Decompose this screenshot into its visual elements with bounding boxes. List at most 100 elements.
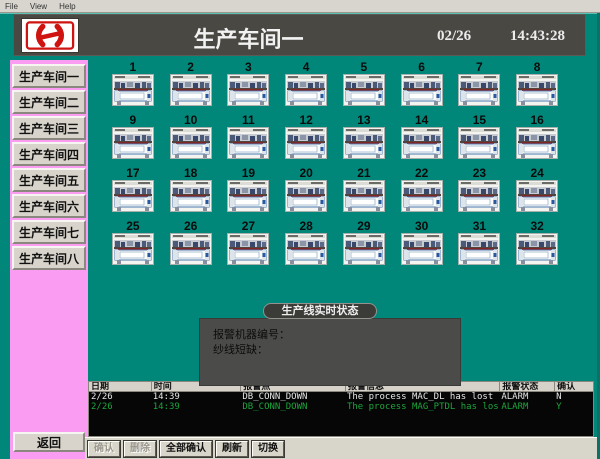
knitting-machine-icon	[458, 180, 500, 212]
toolbar-button[interactable]: 切换	[252, 441, 284, 457]
knitting-machine-icon	[516, 233, 558, 265]
machine-number: 28	[299, 220, 312, 233]
machine-item[interactable]: 4	[277, 61, 335, 106]
machine-item[interactable]: 11	[220, 114, 278, 159]
machine-number: 18	[184, 167, 197, 180]
machine-item[interactable]: 1	[104, 61, 162, 106]
return-button[interactable]: 返回	[13, 432, 85, 452]
menu-item[interactable]: File	[5, 2, 18, 10]
machine-item[interactable]: 32	[508, 220, 566, 265]
sidebar-item-workshop[interactable]: 生产车间五	[12, 168, 86, 192]
machine-number: 2	[187, 61, 194, 74]
status-line: 纱线短缺：	[213, 343, 460, 358]
table-header-ack[interactable]: 确认	[554, 382, 593, 391]
menu-item[interactable]: Help	[59, 2, 75, 10]
machine-item[interactable]: 14	[393, 114, 451, 159]
sidebar-item-workshop[interactable]: 生产车间一	[12, 64, 86, 88]
machine-number: 32	[530, 220, 543, 233]
table-header-alarm-status[interactable]: 报警状态	[499, 382, 554, 391]
sidebar-item-workshop[interactable]: 生产车间七	[12, 220, 86, 244]
sidebar-item-workshop[interactable]: 生产车间六	[12, 194, 86, 218]
knitting-machine-icon	[343, 180, 385, 212]
machine-item[interactable]: 27	[220, 220, 278, 265]
machine-item[interactable]: 24	[508, 167, 566, 212]
knitting-machine-icon	[170, 180, 212, 212]
toolbar-button[interactable]: 全部确认	[160, 441, 212, 457]
workshop-nav: 生产车间一 生产车间二 生产车间三 生产车间四 生产车间五 生产车间六 生产车间…	[12, 64, 86, 270]
clock-display: 14:43:28	[510, 28, 565, 45]
cell-date: 2/26	[89, 392, 151, 402]
machine-item[interactable]: 19	[220, 167, 278, 212]
machine-number: 26	[184, 220, 197, 233]
machine-item[interactable]: 25	[104, 220, 162, 265]
sidebar-item-workshop[interactable]: 生产车间四	[12, 142, 86, 166]
machine-number: 22	[415, 167, 428, 180]
knitting-machine-icon	[227, 233, 269, 265]
knitting-machine-icon	[516, 127, 558, 159]
machine-number: 31	[473, 220, 486, 233]
machine-item[interactable]: 28	[277, 220, 335, 265]
alarm-table-body: 2/26 14:39 DB_CONN_DOWN The process MAC_…	[88, 392, 594, 437]
knitting-machine-icon	[112, 233, 154, 265]
machine-item[interactable]: 7	[451, 61, 509, 106]
knitting-machine-icon	[343, 233, 385, 265]
sidebar-item-workshop[interactable]: 生产车间二	[12, 90, 86, 114]
knitting-machine-icon	[343, 74, 385, 106]
table-row[interactable]: 2/26 14:39 DB_CONN_DOWN The process MAC_…	[89, 392, 593, 402]
machine-number: 7	[476, 61, 483, 74]
machine-item[interactable]: 6	[393, 61, 451, 106]
machine-item[interactable]: 2	[162, 61, 220, 106]
knitting-machine-icon	[343, 127, 385, 159]
machine-grid: 1	[104, 61, 566, 265]
table-toolbar: 确认 删除 全部确认 刷新 切换	[85, 437, 597, 459]
machine-item[interactable]: 26	[162, 220, 220, 265]
machine-item[interactable]: 31	[451, 220, 509, 265]
machine-item[interactable]: 13	[335, 114, 393, 159]
machine-item[interactable]: 10	[162, 114, 220, 159]
title-bar: 生产车间一 02/26 14:43:28	[13, 14, 586, 56]
page-title: 生产车间一	[156, 22, 341, 54]
cell-alarm-status: ALARM	[499, 392, 554, 402]
machine-number: 4	[303, 61, 310, 74]
table-header-date[interactable]: 日期	[89, 382, 151, 391]
machine-item[interactable]: 23	[451, 167, 509, 212]
machine-item[interactable]: 8	[508, 61, 566, 106]
sidebar-item-workshop[interactable]: 生产车间八	[12, 246, 86, 270]
machine-item[interactable]: 21	[335, 167, 393, 212]
machine-item[interactable]: 17	[104, 167, 162, 212]
toolbar-button[interactable]: 刷新	[216, 441, 248, 457]
machine-item[interactable]: 5	[335, 61, 393, 106]
machine-item[interactable]: 9	[104, 114, 162, 159]
machine-item[interactable]: 22	[393, 167, 451, 212]
cell-alarm-message: The process MAC_DL has lost its d ..	[345, 392, 499, 402]
menu-item[interactable]: View	[30, 2, 47, 10]
knitting-machine-icon	[401, 127, 443, 159]
knitting-machine-icon	[516, 74, 558, 106]
knitting-machine-icon	[227, 127, 269, 159]
cell-time: 14:39	[151, 402, 241, 412]
machine-item[interactable]: 29	[335, 220, 393, 265]
machine-item[interactable]: 16	[508, 114, 566, 159]
machine-item[interactable]: 12	[277, 114, 335, 159]
date-display: 02/26	[437, 28, 471, 45]
machine-item[interactable]: 20	[277, 167, 335, 212]
knitting-machine-icon	[112, 74, 154, 106]
toolbar-button[interactable]: 删除	[124, 441, 156, 457]
machine-number: 1	[130, 61, 137, 74]
sidebar-item-workshop[interactable]: 生产车间三	[12, 116, 86, 140]
knitting-machine-icon	[285, 233, 327, 265]
machine-item[interactable]: 18	[162, 167, 220, 212]
machine-item[interactable]: 3	[220, 61, 278, 106]
table-row[interactable]: 2/26 14:39 DB_CONN_DOWN The process MAG_…	[89, 402, 593, 412]
toolbar-button[interactable]: 确认	[88, 441, 120, 457]
machine-item[interactable]: 15	[451, 114, 509, 159]
machine-number: 27	[242, 220, 255, 233]
machine-number: 20	[299, 167, 312, 180]
machine-number: 15	[473, 114, 486, 127]
machine-number: 6	[418, 61, 425, 74]
main-window: 生产车间一 02/26 14:43:28 生产车间一 生产车间二 生产车间三 生…	[0, 13, 600, 459]
machine-number: 29	[357, 220, 370, 233]
knitting-machine-icon	[170, 127, 212, 159]
machine-item[interactable]: 30	[393, 220, 451, 265]
cell-alarm-point: DB_CONN_DOWN	[240, 392, 345, 402]
